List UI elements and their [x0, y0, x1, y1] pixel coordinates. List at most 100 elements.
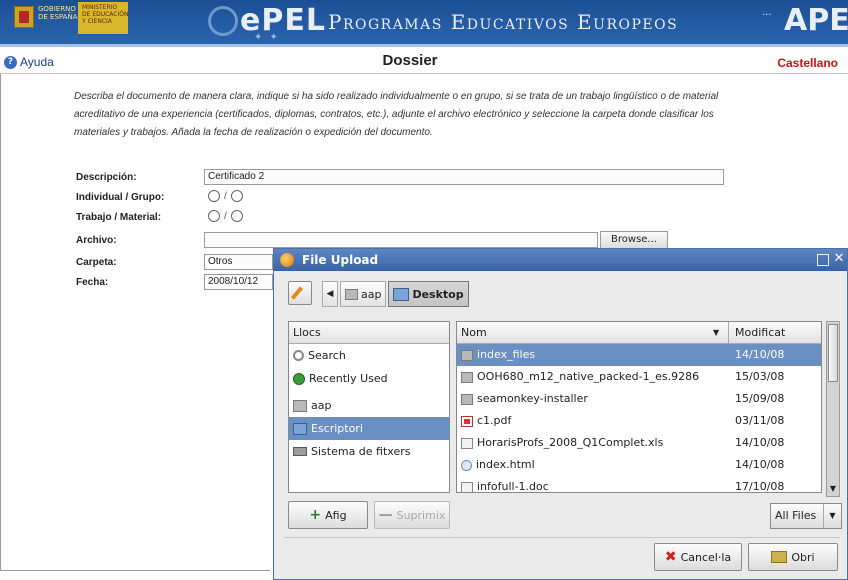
help-label: Ayuda — [20, 55, 54, 69]
column-name-header[interactable]: Nom ▼ — [457, 322, 729, 343]
archivo-field[interactable] — [204, 232, 598, 248]
dialog-titlebar[interactable]: File Upload ✕ — [274, 249, 847, 271]
path-button-desktop[interactable]: Desktop — [388, 281, 469, 307]
epel-logo: ePEL — [240, 3, 326, 38]
file-name-label: c1.pdf — [477, 414, 512, 427]
close-icon[interactable]: ✕ — [832, 251, 846, 267]
file-rows: index_files 14/10/08 OOH680_m12_native_pac… — [457, 344, 821, 493]
file-name-label: index_files — [477, 348, 536, 361]
government-coat-of-arms-icon — [14, 6, 34, 28]
file-row[interactable]: HorarisProfs_2008_Q1Complet.xls 14/10/08 — [457, 432, 821, 454]
individual-radio[interactable] — [208, 190, 220, 202]
sort-arrow-icon: ▼ — [713, 328, 720, 337]
scroll-down-icon[interactable]: ▼ — [828, 483, 838, 495]
descripcion-field[interactable]: Certificado 2 — [204, 169, 724, 185]
remove-bookmark-button[interactable]: — Suprimix — [374, 501, 450, 529]
desktop-icon — [293, 422, 307, 435]
file-name: c1.pdf — [461, 410, 511, 432]
fecha-field[interactable]: 2008/10/12 — [204, 274, 273, 290]
file-list-scrollbar[interactable]: ▼ — [826, 321, 840, 497]
file-row[interactable]: index.html 14/10/08 — [457, 454, 821, 476]
grupo-radio[interactable] — [230, 190, 243, 202]
doc-file-icon — [461, 481, 473, 492]
cancel-icon: ✖ — [664, 549, 677, 565]
remove-label: Suprimix — [396, 508, 446, 522]
file-date: 17/10/08 — [735, 480, 785, 493]
maximize-icon[interactable] — [817, 254, 829, 266]
column-name-label: Nom — [461, 326, 487, 339]
place-escriptori[interactable]: Escriptori — [289, 417, 449, 440]
browse-button[interactable]: Browse... — [600, 231, 668, 249]
column-modified-header[interactable]: Modificat — [733, 322, 821, 343]
type-location-button[interactable] — [288, 281, 312, 305]
folder-icon — [293, 399, 307, 412]
file-name: index.html — [461, 454, 535, 476]
dialog-title: File Upload — [302, 253, 379, 267]
place-aap[interactable]: aap — [289, 394, 449, 417]
file-list: Nom ▼ Modificat index_files 14/10/08 OOH68… — [456, 321, 822, 493]
archivo-label: Archivo: — [76, 235, 117, 246]
apee-mark-icon: ··· — [762, 10, 772, 21]
file-filter-select[interactable]: All Files ▼ — [770, 503, 842, 529]
add-bookmark-button[interactable]: + Afig — [288, 501, 368, 529]
file-row[interactable]: seamonkey-installer 15/09/08 — [457, 388, 821, 410]
file-date: 15/03/08 — [735, 370, 785, 383]
file-name: seamonkey-installer — [461, 388, 588, 410]
folder-file-icon — [461, 393, 473, 405]
fecha-label: Fecha: — [76, 277, 109, 288]
open-label: Obri — [791, 550, 815, 564]
help-link[interactable]: ? Ayuda — [4, 55, 54, 69]
trabajo-material-label: Trabajo / Material: — [76, 212, 162, 223]
radio-separator: / — [224, 210, 227, 222]
path-back-arrow-icon[interactable]: ◀ — [322, 281, 338, 307]
file-name: OOH680_m12_native_packed-1_es.9286 — [461, 366, 699, 388]
carpeta-label: Carpeta: — [76, 257, 117, 268]
language-link[interactable]: Castellano — [777, 56, 838, 70]
file-row[interactable]: infofull-1.doc 17/10/08 — [457, 476, 821, 493]
government-label: GOBIERNO DE ESPAÑA — [38, 5, 78, 21]
file-row[interactable]: c1.pdf 03/11/08 — [457, 410, 821, 432]
file-date: 14/10/08 — [735, 458, 785, 471]
file-row[interactable]: OOH680_m12_native_packed-1_es.9286 15/03/… — [457, 366, 821, 388]
file-date: 03/11/08 — [735, 414, 785, 427]
file-name-label: index.html — [476, 458, 535, 471]
file-name: infofull-1.doc — [461, 476, 549, 493]
trabajo-radio[interactable] — [208, 210, 220, 222]
folder-file-icon — [461, 371, 473, 383]
trabajo-material-radios: / — [208, 210, 243, 222]
place-label: Sistema de fitxers — [311, 445, 411, 458]
banner-divider — [0, 44, 848, 47]
path-label: aap — [361, 287, 382, 301]
places-list: Llocs Search Recently Used aap Escriptor… — [288, 321, 450, 493]
place-search[interactable]: Search — [289, 344, 449, 367]
file-name-label: HorarisProfs_2008_Q1Complet.xls — [477, 436, 664, 449]
file-name-label: seamonkey-installer — [477, 392, 588, 405]
header-divider — [0, 73, 848, 74]
file-row[interactable]: index_files 14/10/08 — [457, 344, 821, 366]
desktop-icon — [393, 287, 410, 301]
path-label: Desktop — [412, 287, 464, 301]
material-radio[interactable] — [230, 210, 243, 222]
descripcion-label: Descripción: — [76, 172, 137, 183]
cancel-button[interactable]: ✖ Cancel·la — [654, 543, 742, 571]
file-name-label: infofull-1.doc — [477, 480, 549, 493]
open-button[interactable]: Obri — [748, 543, 838, 571]
stars-circle-icon — [208, 6, 238, 36]
place-filesystem[interactable]: Sistema de fitxers — [289, 440, 449, 463]
ministry-label: MINISTERIO DE EDUCACIÓN Y CIENCIA — [82, 4, 129, 25]
scrollbar-thumb[interactable] — [828, 324, 838, 382]
apee-logo: APEE — [784, 3, 848, 38]
xls-file-icon — [461, 437, 473, 449]
individual-grupo-label: Individual / Grupo: — [76, 192, 165, 203]
place-recently-used[interactable]: Recently Used — [289, 367, 449, 390]
file-upload-dialog: File Upload ✕ ◀ aap Desktop Llocs Search — [273, 248, 848, 580]
folder-file-icon — [461, 349, 473, 361]
place-label: Search — [308, 349, 346, 362]
recent-icon — [293, 372, 305, 385]
carpeta-select[interactable]: Otros — [204, 254, 273, 270]
chevron-down-icon: ▼ — [823, 504, 841, 528]
file-name-label: OOH680_m12_native_packed-1_es.9286 — [477, 370, 700, 383]
places-header[interactable]: Llocs — [289, 322, 449, 344]
path-button-aap[interactable]: aap — [340, 281, 387, 307]
minus-icon: — — [378, 507, 393, 523]
